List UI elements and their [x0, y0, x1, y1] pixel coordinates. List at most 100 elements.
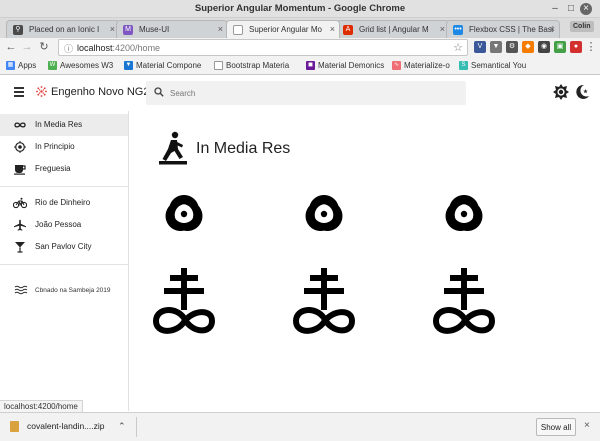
airplane-icon [14, 219, 26, 231]
tab-grid-list[interactable]: A Grid list | Angular M × [336, 20, 450, 38]
brand-logo-icon [36, 86, 47, 97]
main-content: In Media Res [129, 111, 600, 411]
leviathan-cross-symbol [292, 266, 356, 336]
download-divider [136, 417, 137, 437]
reload-icon[interactable]: ↻ [37, 40, 51, 54]
sidebar-item-freguesia[interactable]: Freguesia [0, 158, 128, 180]
bookmarks-bar: ▦ Apps W Awesomes W3 ▼ Material Compone Boo… [0, 58, 600, 75]
extension-v-icon[interactable]: V [474, 41, 486, 53]
brightness-icon[interactable] [552, 83, 570, 101]
page-icon [233, 25, 243, 35]
maximize-icon[interactable]: □ [564, 2, 578, 15]
target-icon [14, 141, 26, 153]
bookmark-bootstrap-materia[interactable]: Bootstrap Materia [214, 61, 289, 70]
back-arrow-icon[interactable]: ← [4, 40, 18, 54]
zip-file-icon [10, 421, 19, 433]
sidebar-footnote: Cbnado na Sambeja 2019 [35, 287, 111, 294]
bicycle-icon: ⚲ [13, 25, 23, 35]
hamburger-menu-icon[interactable] [14, 87, 24, 99]
leviathan-cross-symbol [432, 266, 496, 336]
search-input[interactable] [170, 86, 450, 100]
sidebar-item-rio-de-dinheiro[interactable]: Rio de Dinheiro [0, 192, 128, 214]
cocktail-icon [15, 242, 25, 253]
browser-toolbar: ← → ↻ ⓘ localhost:4200/home ☆ V ▼ ⚙ ◆ ◉ … [0, 38, 600, 58]
sidebar-divider [0, 186, 128, 187]
minimize-icon[interactable]: – [548, 2, 562, 15]
sidebar-item-san-pavlov-city[interactable]: San Pavlov City [0, 236, 128, 258]
extension-gear-icon[interactable]: ⚙ [506, 41, 518, 53]
bookmark-apps[interactable]: ▦ Apps [6, 61, 36, 70]
w3-icon: W [48, 61, 57, 70]
bookmark-awesomes-w3[interactable]: W Awesomes W3 [48, 61, 113, 70]
sidebar-divider [0, 264, 128, 265]
bookmark-materialize[interactable]: ∿ Materialize-o [392, 61, 450, 70]
tab-label: Muse-UI [139, 25, 170, 34]
tab-label: Placed on an Ionic I [29, 25, 100, 34]
person-walking-icon [159, 131, 187, 165]
tab-label: Flexbox CSS | The Basi [469, 25, 554, 34]
app-brand-title: Engenho Novo NG2 [51, 86, 150, 98]
tab-placed-on-ionic[interactable]: ⚲ Placed on an Ionic I × [6, 20, 120, 38]
show-all-button[interactable]: Show all [536, 418, 576, 436]
coffee-cup-icon [14, 165, 26, 175]
sidebar-item-joao-pessoa[interactable]: João Pessoa [0, 214, 128, 236]
sidebar-item-in-principio[interactable]: In Principio [0, 136, 128, 158]
extension-puzzle-icon[interactable]: ◆ [522, 41, 534, 53]
status-url: localhost:4200/home [0, 400, 83, 412]
tab-superior-angular[interactable]: Superior Angular Mo × [226, 20, 340, 38]
close-download-bar-icon[interactable]: × [584, 420, 590, 431]
bookmark-star-icon[interactable]: ☆ [453, 41, 463, 54]
close-tab-icon[interactable]: × [440, 24, 445, 34]
sidebar-item-label: San Pavlov City [35, 242, 92, 251]
close-window-icon[interactable]: × [580, 3, 592, 15]
profile-badge[interactable]: Colin [570, 21, 594, 32]
extension-green-icon[interactable]: ▣ [554, 41, 566, 53]
bookmark-material-compone[interactable]: ▼ Material Compone [124, 61, 201, 70]
infinity-icon [14, 122, 26, 128]
muse-ui-icon: M [123, 25, 133, 35]
close-tab-icon[interactable]: × [550, 24, 555, 34]
close-tab-icon[interactable]: × [218, 24, 223, 34]
moon-star-icon[interactable] [573, 83, 591, 101]
download-bar: covalent-landin....zip ⌃ Show all × [0, 412, 600, 441]
sidebar-nav: In Media Res In Principio Freguesia Rio … [0, 111, 129, 411]
angular-icon: A [343, 25, 353, 35]
tab-flexbox-css[interactable]: ••• Flexbox CSS | The Basi × [446, 20, 560, 38]
extension-funnel-icon[interactable]: ▼ [490, 41, 502, 53]
semantic-icon: S [459, 61, 468, 70]
address-bar[interactable]: ⓘ localhost:4200/home ☆ [58, 39, 468, 56]
bookmark-semantical-you[interactable]: S Semantical You [459, 61, 526, 70]
biohazard-symbol [152, 178, 216, 248]
bookmark-material-demonics[interactable]: ◼ Material Demonics [306, 61, 384, 70]
forward-arrow-icon[interactable]: → [20, 40, 34, 54]
search-bar[interactable] [146, 81, 466, 105]
sidebar-item-in-media-res[interactable]: In Media Res [0, 114, 128, 136]
info-icon[interactable]: ⓘ [64, 42, 73, 55]
address-url: localhost:4200/home [77, 43, 161, 53]
download-filename: covalent-landin....zip [27, 421, 105, 431]
sidebar-item-label: In Media Res [35, 120, 83, 129]
extension-red-icon[interactable]: ● [570, 41, 582, 53]
browser-menu-icon[interactable]: ⋮ [584, 40, 598, 54]
dots-icon: ••• [453, 25, 463, 35]
app-toolbar: Engenho Novo NG2 [0, 75, 600, 111]
apps-grid-icon: ▦ [6, 61, 15, 70]
window-titlebar: Superior Angular Momentum - Google Chrom… [0, 0, 600, 18]
extension-camera-icon[interactable]: ◉ [538, 41, 550, 53]
tab-muse-ui[interactable]: M Muse-UI × [116, 20, 228, 38]
tab-strip: ⚲ Placed on an Ionic I × M Muse-UI × Sup… [0, 18, 600, 38]
leviathan-cross-symbol [152, 266, 216, 336]
biohazard-symbol [432, 178, 496, 248]
material-icon: ▼ [124, 61, 133, 70]
bicycle-icon [13, 197, 27, 209]
chevron-up-icon[interactable]: ⌃ [118, 421, 126, 432]
sidebar-item-label: Freguesia [35, 164, 71, 173]
waves-icon [14, 285, 28, 295]
close-tab-icon[interactable]: × [110, 24, 115, 34]
sidebar-item-label: João Pessoa [35, 220, 82, 229]
sidebar-item-label: Rio de Dinheiro [35, 198, 91, 207]
download-item[interactable]: covalent-landin....zip [10, 421, 105, 433]
demonics-icon: ◼ [306, 61, 315, 70]
close-tab-icon[interactable]: × [330, 24, 335, 34]
tab-label: Superior Angular Mo [249, 25, 322, 34]
